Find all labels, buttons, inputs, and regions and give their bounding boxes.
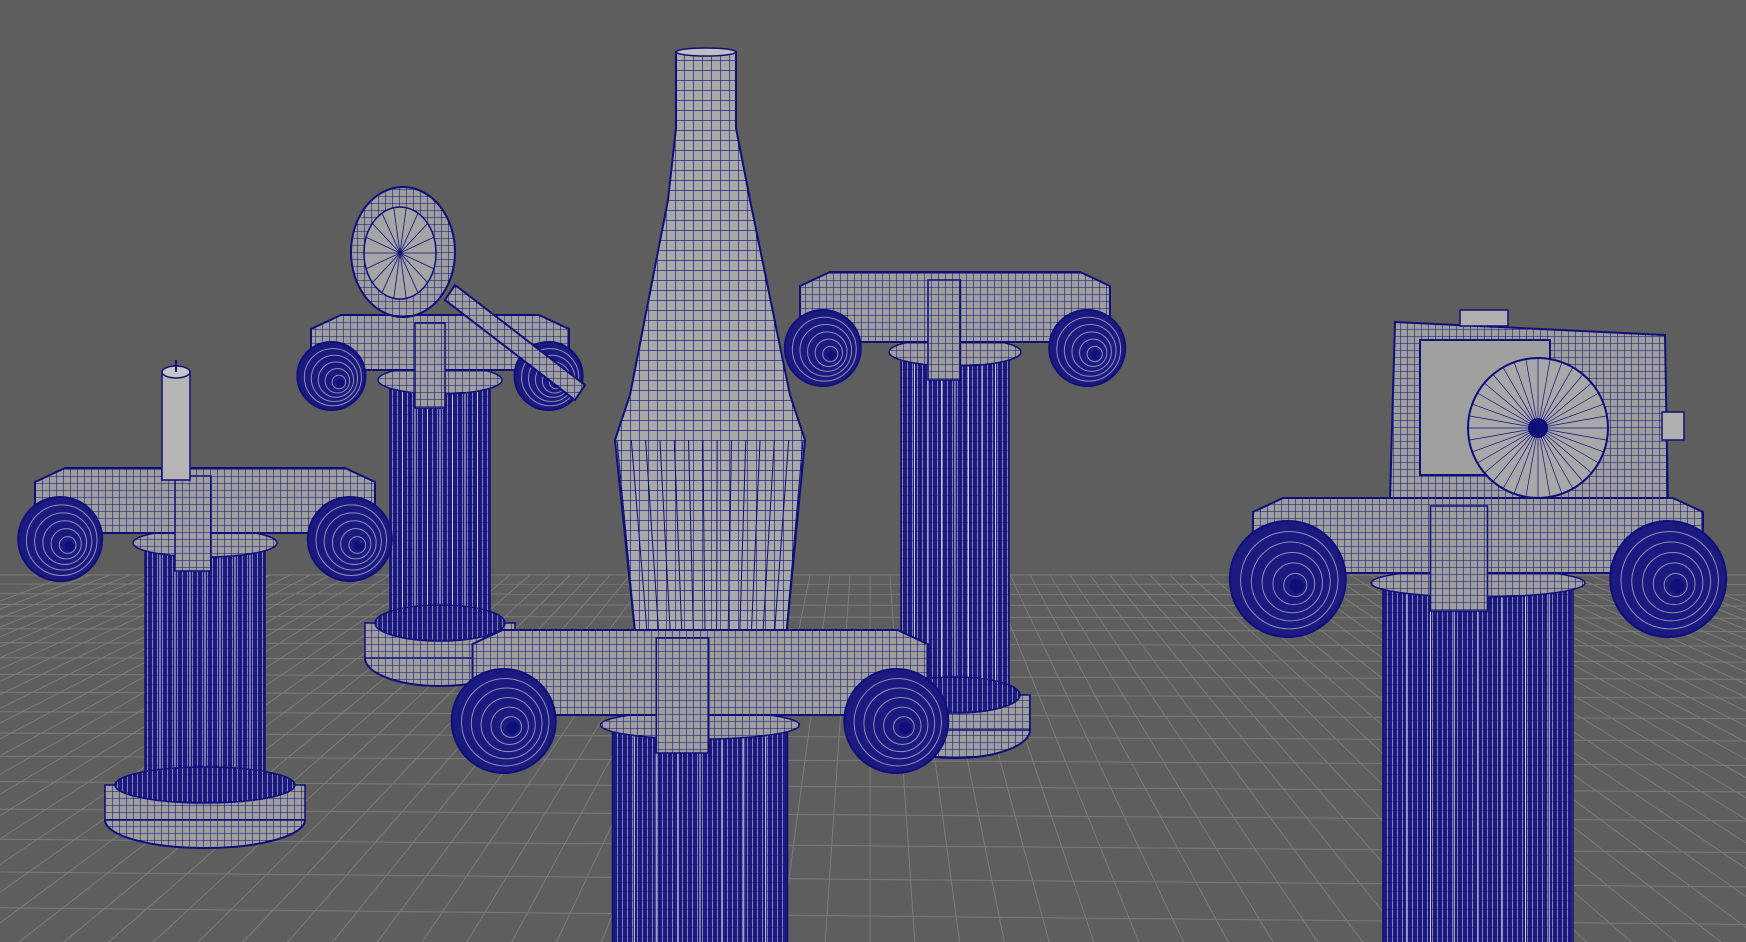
column-center-front [450,629,950,942]
column-center-front-volute-left-eye [506,721,519,735]
column-left-back-base-torus [374,604,506,642]
column-center-back-volute-left-eye [827,350,837,360]
column-center-back-volute-right-eye [1091,350,1101,360]
column-right-strap [1429,505,1489,612]
bottle-mouth [675,47,737,57]
column-left-back-volute-left-outer [296,341,367,411]
candle [161,360,191,481]
column-center-front-strap [655,637,710,754]
column-left-front-volute-left-eye [64,540,75,552]
column-center-front-volute-left-outer [450,668,557,774]
wireframe-scene[interactable] [0,0,1746,942]
maya-viewport[interactable] [0,0,1746,942]
column-left-front-volute-right-eye [353,540,364,552]
column-left-front-strap [174,475,212,572]
column-left-front-base-torus [114,766,296,804]
column-right-volute-left-eye [1289,579,1304,593]
column-left-front-volute-right-outer [306,496,393,582]
column-center-front-volute-right-eye [899,721,912,735]
scene-objects [17,47,1728,942]
column-left-front-volute-left-outer [17,496,104,582]
column-right [1228,497,1728,942]
column-left-back-volute-left-eye [336,378,345,388]
column-left-back-strap [414,322,446,409]
column-center-back-volute-left-outer [783,309,862,387]
column-center-back-strap [927,279,962,381]
column-center-front-volute-right-outer [843,668,950,774]
candle-body [161,371,191,481]
bottle [613,47,807,681]
camera-strap-lug [1661,411,1685,441]
camera-lens-center [1528,418,1548,438]
column-right-volute-left-outer [1228,520,1347,638]
camera [1388,309,1685,512]
column-center-back-volute-right-outer [1048,309,1127,387]
column-right-volute-right-outer [1609,520,1728,638]
column-right-volute-right-eye [1670,579,1685,593]
camera-shutter [1459,309,1509,327]
